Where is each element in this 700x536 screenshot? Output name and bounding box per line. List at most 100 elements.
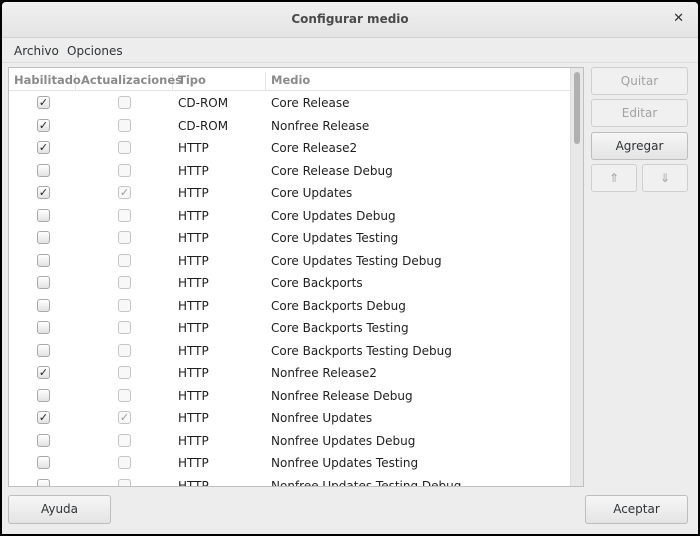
medium-cell: Nonfree Release Debug bbox=[271, 388, 413, 403]
updates-checkbox[interactable] bbox=[118, 276, 131, 289]
enabled-checkbox[interactable] bbox=[37, 388, 50, 402]
menu-opciones[interactable]: Opciones bbox=[67, 44, 123, 58]
enabled-checkbox[interactable] bbox=[37, 433, 50, 447]
medium-cell: Core Backports Testing bbox=[271, 321, 409, 335]
column-tipo[interactable]: Tipo bbox=[173, 73, 266, 91]
updates-checkbox[interactable] bbox=[118, 456, 131, 469]
updates-checkbox[interactable] bbox=[118, 478, 131, 486]
updates-checkbox[interactable] bbox=[118, 298, 131, 312]
enabled-checkbox[interactable] bbox=[37, 321, 50, 334]
type-cell: HTTP bbox=[178, 253, 209, 268]
medium-cell: Core Backports Debug bbox=[271, 298, 406, 313]
medium-cell: Core Release Debug bbox=[271, 163, 393, 178]
table-row[interactable]: ✓ ✓ HTTP Core Updates bbox=[9, 182, 571, 205]
type-cell: HTTP bbox=[178, 456, 209, 470]
enabled-checkbox[interactable]: ✓ bbox=[37, 186, 50, 199]
move-down-button[interactable]: ⇓ bbox=[642, 164, 688, 192]
table-row[interactable]: HTTP Nonfree Updates Testing Debug bbox=[9, 475, 571, 487]
table-row[interactable]: HTTP Core Updates Testing bbox=[9, 227, 571, 250]
type-cell: HTTP bbox=[178, 208, 209, 223]
ok-button[interactable]: Aceptar bbox=[585, 495, 688, 524]
table-header: Habilitado Actualizaciones Tipo Medio bbox=[9, 68, 571, 91]
updates-checkbox[interactable] bbox=[118, 163, 131, 177]
updates-checkbox[interactable] bbox=[118, 321, 131, 334]
enabled-checkbox[interactable] bbox=[37, 163, 50, 177]
enabled-checkbox[interactable]: ✓ bbox=[37, 118, 50, 132]
enabled-checkbox[interactable] bbox=[37, 343, 50, 357]
enabled-checkbox[interactable]: ✓ bbox=[37, 141, 50, 154]
table-row[interactable]: HTTP Nonfree Updates Testing bbox=[9, 452, 571, 475]
enabled-checkbox[interactable] bbox=[37, 276, 50, 289]
table-row[interactable]: HTTP Core Updates Testing Debug bbox=[9, 250, 571, 273]
type-cell: HTTP bbox=[178, 276, 209, 290]
remove-button[interactable]: Quitar bbox=[591, 67, 688, 95]
type-cell: HTTP bbox=[178, 388, 209, 403]
type-cell: HTTP bbox=[178, 343, 209, 358]
enabled-checkbox[interactable]: ✓ bbox=[37, 411, 50, 424]
table-row[interactable]: ✓ CD-ROM Core Release bbox=[9, 92, 571, 115]
enabled-checkbox[interactable] bbox=[37, 478, 50, 486]
enabled-checkbox[interactable] bbox=[37, 231, 50, 244]
type-cell: HTTP bbox=[178, 141, 209, 155]
enabled-checkbox[interactable] bbox=[37, 253, 50, 267]
updates-checkbox[interactable]: ✓ bbox=[118, 411, 131, 424]
type-cell: HTTP bbox=[178, 433, 209, 448]
medium-cell: Core Release2 bbox=[271, 141, 358, 155]
close-icon[interactable]: ✕ bbox=[673, 11, 684, 26]
medium-cell: Core Updates Debug bbox=[271, 208, 396, 223]
title-bar: Configurar medio ✕ bbox=[2, 2, 698, 38]
enabled-checkbox[interactable] bbox=[37, 298, 50, 312]
column-medio[interactable]: Medio bbox=[266, 73, 571, 91]
enabled-checkbox[interactable]: ✓ bbox=[37, 366, 50, 379]
table-row[interactable]: HTTP Core Backports Testing bbox=[9, 317, 571, 340]
updates-checkbox[interactable]: ✓ bbox=[118, 186, 131, 199]
updates-checkbox[interactable] bbox=[118, 141, 131, 154]
add-button[interactable]: Agregar bbox=[591, 132, 688, 160]
scrollbar-thumb[interactable] bbox=[574, 72, 580, 144]
enabled-checkbox[interactable] bbox=[37, 208, 50, 222]
enabled-checkbox[interactable]: ✓ bbox=[37, 96, 50, 109]
edit-button[interactable]: Editar bbox=[591, 99, 688, 127]
updates-checkbox[interactable] bbox=[118, 231, 131, 244]
updates-checkbox[interactable] bbox=[118, 366, 131, 379]
column-habilitado[interactable]: Habilitado bbox=[9, 73, 81, 91]
medium-cell: Core Release bbox=[271, 96, 350, 110]
table-row[interactable]: ✓ ✓ HTTP Nonfree Updates bbox=[9, 407, 571, 430]
medium-cell: Nonfree Updates bbox=[271, 411, 373, 425]
table-row[interactable]: ✓ HTTP Core Release2 bbox=[9, 137, 571, 160]
updates-checkbox[interactable] bbox=[118, 253, 131, 267]
medium-cell: Core Backports bbox=[271, 276, 363, 290]
move-up-icon: ⇑ bbox=[608, 171, 620, 185]
updates-checkbox[interactable] bbox=[118, 96, 131, 109]
table-row[interactable]: HTTP Core Updates Debug bbox=[9, 205, 571, 228]
help-button[interactable]: Ayuda bbox=[8, 495, 111, 524]
type-cell: HTTP bbox=[178, 298, 209, 313]
column-actualizaciones[interactable]: Actualizaciones bbox=[76, 73, 182, 91]
table-row[interactable]: ✓ CD-ROM Nonfree Release bbox=[9, 115, 571, 138]
type-cell: HTTP bbox=[178, 231, 209, 245]
medium-cell: Core Updates Testing Debug bbox=[271, 253, 442, 268]
enabled-checkbox[interactable] bbox=[37, 456, 50, 469]
table-row[interactable]: HTTP Core Backports Testing Debug bbox=[9, 340, 571, 363]
window-title: Configurar medio bbox=[291, 12, 409, 26]
table-row[interactable]: HTTP Core Backports Debug bbox=[9, 295, 571, 318]
table-row[interactable]: HTTP Nonfree Updates Debug bbox=[9, 430, 571, 453]
medium-cell: Nonfree Release2 bbox=[271, 366, 377, 380]
move-up-button[interactable]: ⇑ bbox=[591, 164, 637, 192]
type-cell: HTTP bbox=[178, 163, 209, 178]
type-cell: HTTP bbox=[178, 186, 209, 200]
table-row[interactable]: ✓ HTTP Nonfree Release2 bbox=[9, 362, 571, 385]
medium-cell: Nonfree Release bbox=[271, 118, 370, 133]
updates-checkbox[interactable] bbox=[118, 388, 131, 402]
menu-archivo[interactable]: Archivo bbox=[14, 44, 59, 58]
updates-checkbox[interactable] bbox=[118, 343, 131, 357]
table-row[interactable]: HTTP Core Backports bbox=[9, 272, 571, 295]
medium-cell: Nonfree Updates Debug bbox=[271, 433, 416, 448]
updates-checkbox[interactable] bbox=[118, 433, 131, 447]
table-row[interactable]: HTTP Nonfree Release Debug bbox=[9, 385, 571, 408]
table-row[interactable]: HTTP Core Release Debug bbox=[9, 160, 571, 183]
updates-checkbox[interactable] bbox=[118, 208, 131, 222]
medium-cell: Nonfree Updates Testing Debug bbox=[271, 478, 462, 487]
scrollbar[interactable] bbox=[570, 68, 583, 486]
updates-checkbox[interactable] bbox=[118, 118, 131, 132]
